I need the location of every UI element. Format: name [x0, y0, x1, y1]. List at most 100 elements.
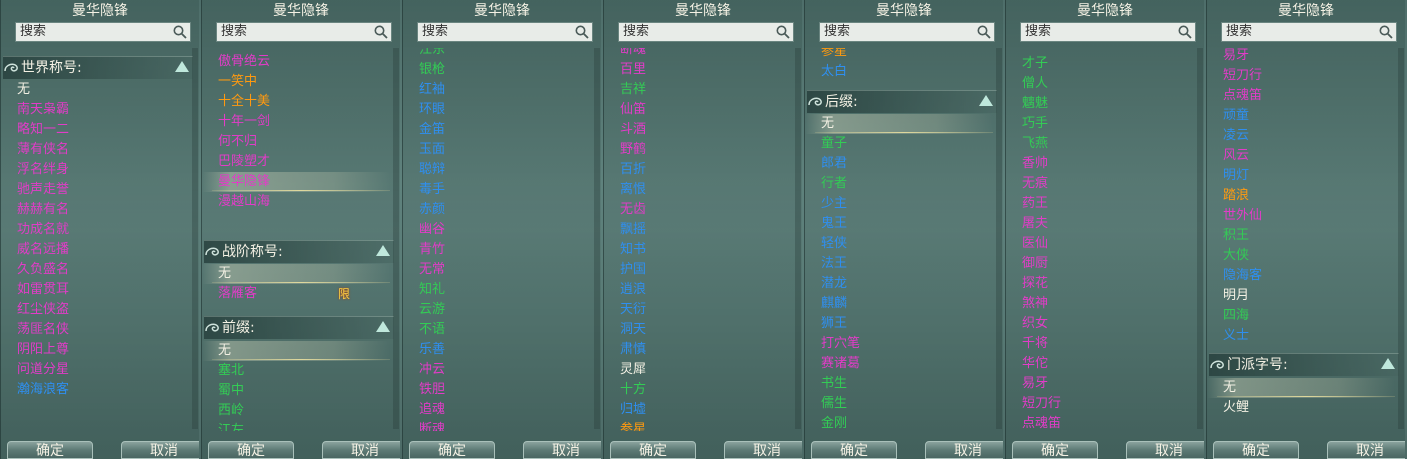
- list-item[interactable]: 无: [1207, 378, 1395, 398]
- search-icon[interactable]: [173, 25, 187, 39]
- list-item[interactable]: 一笑中: [202, 72, 390, 92]
- confirm-button[interactable]: 确定: [610, 441, 696, 459]
- list-item[interactable]: 久负盛名: [1, 260, 189, 280]
- list-item[interactable]: 行者: [805, 174, 993, 194]
- list-item[interactable]: 幽谷: [403, 220, 591, 240]
- list-item[interactable]: 功成名就: [1, 220, 189, 240]
- collapse-triangle-icon[interactable]: [175, 61, 189, 72]
- list-item[interactable]: 煞神: [1006, 294, 1194, 314]
- cancel-button[interactable]: 取消: [523, 441, 601, 459]
- scrollbar[interactable]: [795, 48, 801, 429]
- search-icon[interactable]: [575, 25, 589, 39]
- search-input[interactable]: 搜索: [15, 22, 191, 42]
- title-list[interactable]: 断魂 百里 吉祥 仙笛 斗酒 野鹤 百折 离恨 无齿 飘摇 知书 护国 逍浪 天衍 洞天 肃慎 灵犀 十方 归墟 参星: [604, 48, 802, 431]
- list-item[interactable]: 魑魅: [1006, 94, 1194, 114]
- list-item[interactable]: 法王: [805, 254, 993, 274]
- title-list[interactable]: 易牙 短刀行 点魂笛 顽童 凌云 风云 明灯 踏浪 世外仙 积王 大侠 隐海客 明月 四海 义士 门派字号: 无…: [1207, 48, 1405, 431]
- search-icon[interactable]: [1178, 25, 1192, 39]
- list-item[interactable]: 离恨: [604, 180, 792, 200]
- list-item[interactable]: 驰声走誉: [1, 180, 189, 200]
- search-input[interactable]: 搜索: [618, 22, 794, 42]
- list-item[interactable]: 少主: [805, 194, 993, 214]
- list-item[interactable]: 狮王: [805, 314, 993, 334]
- list-item[interactable]: 环眼: [403, 100, 591, 120]
- list-item[interactable]: 易牙: [1006, 374, 1194, 394]
- title-list[interactable]: 参星 太白 后缀: 无童子 郎君 行者 少主 鬼王 轻侠 法王 潜龙 麒麟 狮王 打穴笔 赛诸葛 书生 儒生 金刚: [805, 48, 1003, 431]
- list-item[interactable]: 凌云: [1207, 126, 1395, 146]
- list-item[interactable]: 南天枭霸: [1, 100, 189, 120]
- list-item[interactable]: 乐善: [403, 340, 591, 360]
- list-item[interactable]: 易牙: [1207, 48, 1395, 66]
- list-item[interactable]: 青竹: [403, 240, 591, 260]
- list-item[interactable]: 薄有侠名: [1, 140, 189, 160]
- list-item[interactable]: 无常: [403, 260, 591, 280]
- list-item[interactable]: 肃慎: [604, 340, 792, 360]
- search-input[interactable]: 搜索: [819, 22, 995, 42]
- list-item[interactable]: 百里: [604, 60, 792, 80]
- list-item[interactable]: 断魂: [604, 48, 792, 60]
- list-item[interactable]: 才子: [1006, 54, 1194, 74]
- confirm-button[interactable]: 确定: [409, 441, 495, 459]
- list-item[interactable]: 断魂: [403, 420, 591, 431]
- title-list[interactable]: 傲骨绝云 一笑中 十全十美 十年一剑 何不归 巴陵塑才 曼华隐锋 漫越山海 战阶称号: 无落雁客限…: [202, 48, 400, 431]
- list-item[interactable]: 短刀行: [1207, 66, 1395, 86]
- confirm-button[interactable]: 确定: [1012, 441, 1098, 459]
- list-item[interactable]: 归墟: [604, 400, 792, 420]
- list-item[interactable]: 明月: [1207, 286, 1395, 306]
- list-item[interactable]: 曼华隐锋: [202, 172, 390, 192]
- list-item[interactable]: 隐海客: [1207, 266, 1395, 286]
- search-input[interactable]: 搜索: [216, 22, 392, 42]
- list-item[interactable]: 百折: [604, 160, 792, 180]
- list-item[interactable]: 追魂: [403, 400, 591, 420]
- list-item[interactable]: 问道分星: [1, 360, 189, 380]
- collapse-triangle-icon[interactable]: [376, 321, 390, 332]
- confirm-button[interactable]: 确定: [1213, 441, 1299, 459]
- list-item[interactable]: 探花: [1006, 274, 1194, 294]
- confirm-button[interactable]: 确定: [7, 441, 93, 459]
- list-item[interactable]: 何不归: [202, 132, 390, 152]
- list-item[interactable]: 傲骨绝云: [202, 52, 390, 72]
- list-item[interactable]: 阴阳上尊: [1, 340, 189, 360]
- cancel-button[interactable]: 取消: [1327, 441, 1405, 459]
- list-item[interactable]: 威名远播: [1, 240, 189, 260]
- list-item[interactable]: 知书: [604, 240, 792, 260]
- list-item[interactable]: 斗酒: [604, 120, 792, 140]
- list-item[interactable]: 踏浪: [1207, 186, 1395, 206]
- list-item[interactable]: 御厨: [1006, 254, 1194, 274]
- list-item[interactable]: 金笛: [403, 120, 591, 140]
- list-item[interactable]: 无痕: [1006, 174, 1194, 194]
- scrollbar[interactable]: [594, 48, 600, 429]
- list-item[interactable]: 点魂笛: [1006, 414, 1194, 431]
- list-item[interactable]: 义士: [1207, 326, 1395, 346]
- list-item[interactable]: 略知一二: [1, 120, 189, 140]
- list-item[interactable]: 千将: [1006, 334, 1194, 354]
- list-item[interactable]: 火鲤: [1207, 398, 1395, 418]
- list-item[interactable]: 积王: [1207, 226, 1395, 246]
- title-list[interactable]: 世界称号: 无南天枭霸 略知一二 薄有侠名 浮名绊身 驰声走誉 赫赫有名 功成名就 威名远播 久负…: [1, 48, 199, 431]
- list-item[interactable]: 短刀行: [1006, 394, 1194, 414]
- list-item[interactable]: 知礼: [403, 280, 591, 300]
- list-item[interactable]: 书生: [805, 374, 993, 394]
- list-item[interactable]: 巴陵塑才: [202, 152, 390, 172]
- list-item[interactable]: 江左: [202, 421, 390, 431]
- list-item[interactable]: 红袖: [403, 80, 591, 100]
- list-item[interactable]: 浮名绊身: [1, 160, 189, 180]
- list-item[interactable]: 银枪: [403, 60, 591, 80]
- cancel-button[interactable]: 取消: [322, 441, 400, 459]
- list-item[interactable]: 塞北: [202, 361, 390, 381]
- list-item[interactable]: 西岭: [202, 401, 390, 421]
- search-icon[interactable]: [776, 25, 790, 39]
- list-item[interactable]: 僧人: [1006, 74, 1194, 94]
- cancel-button[interactable]: 取消: [121, 441, 199, 459]
- scrollbar[interactable]: [996, 48, 1002, 429]
- list-item[interactable]: 不语: [403, 320, 591, 340]
- list-item[interactable]: 仙笛: [604, 100, 792, 120]
- title-list[interactable]: 才子 僧人 魑魅 巧手 飞燕 香帅 无痕 药王 屠夫 医仙 御厨 探花 煞神 织女 千将 华佗 易牙 短刀行 点魂笛: [1006, 48, 1204, 431]
- list-item[interactable]: 顽童: [1207, 106, 1395, 126]
- list-item[interactable]: 儒生: [805, 394, 993, 414]
- list-item[interactable]: 无: [202, 264, 390, 284]
- list-item[interactable]: 野鹤: [604, 140, 792, 160]
- scrollbar[interactable]: [393, 48, 399, 429]
- scrollbar[interactable]: [1398, 48, 1404, 429]
- list-item[interactable]: 十方: [604, 380, 792, 400]
